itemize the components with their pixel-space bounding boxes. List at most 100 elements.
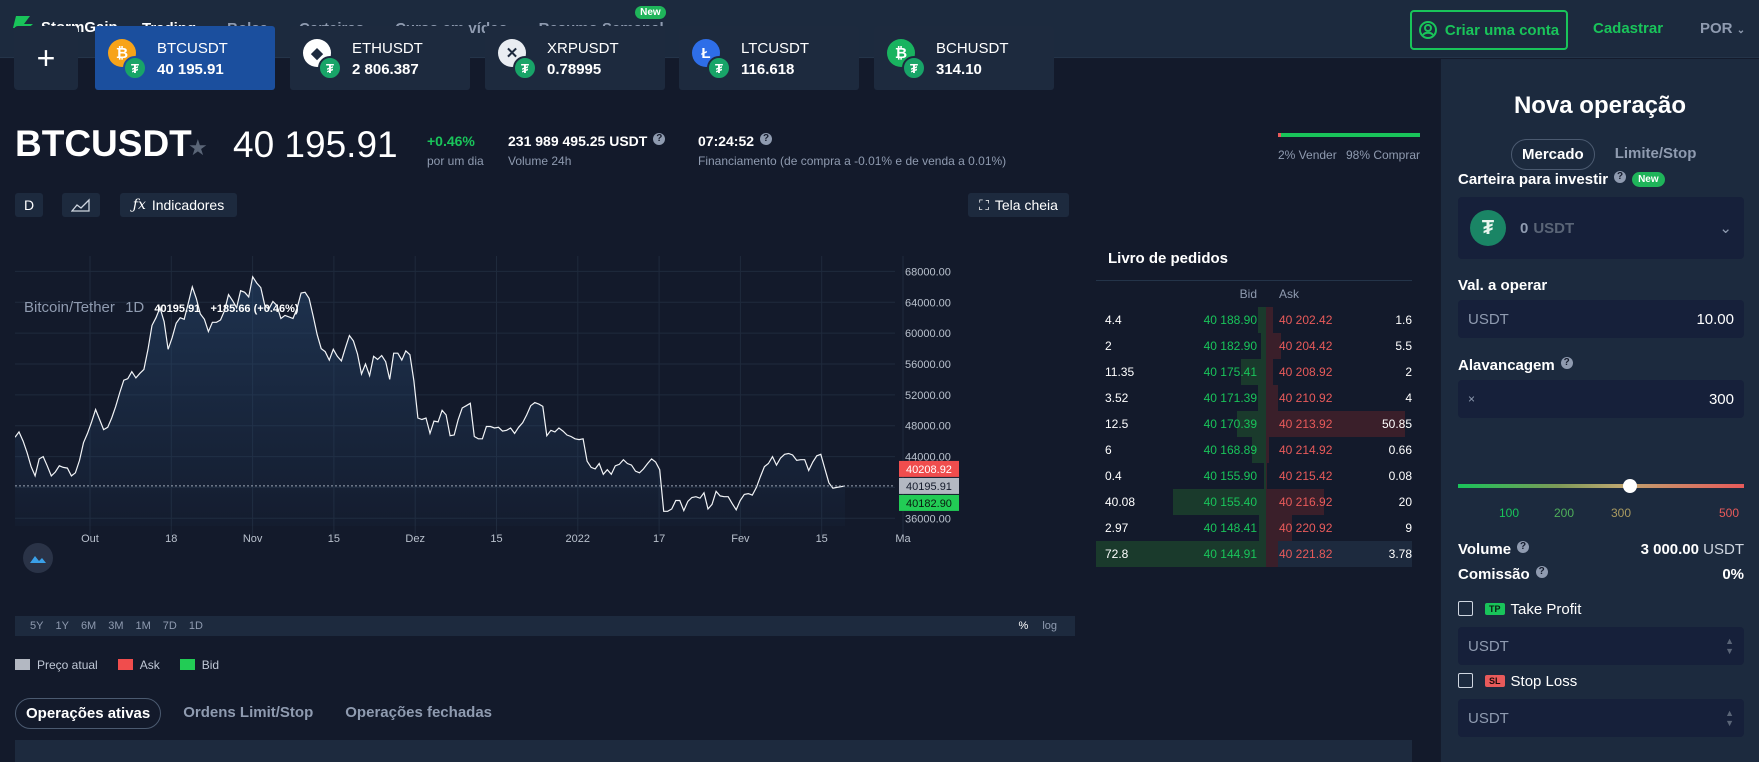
leverage-input[interactable]: × 300 bbox=[1458, 380, 1744, 418]
tp-tag: TP bbox=[1485, 603, 1505, 615]
order-panel: Nova operação Mercado Limite/Stop Cartei… bbox=[1441, 59, 1759, 762]
help-icon[interactable]: ? bbox=[1614, 171, 1627, 183]
ask-quantity: 0.08 bbox=[1388, 469, 1412, 483]
tab-market[interactable]: Mercado bbox=[1511, 139, 1595, 170]
bid-quantity: 2.97 bbox=[1105, 521, 1129, 535]
ask-price: 40 210.92 bbox=[1279, 391, 1333, 405]
favorite-star-icon[interactable]: ★ bbox=[188, 135, 208, 161]
range-1d[interactable]: 1D bbox=[189, 620, 203, 632]
fullscreen-button[interactable]: ⛶ Tela cheia bbox=[968, 193, 1069, 217]
leverage-slider-handle[interactable] bbox=[1622, 479, 1637, 493]
leverage-slider[interactable] bbox=[1458, 479, 1744, 493]
wallet-select[interactable]: ₮ 0 USDT ⌄ bbox=[1458, 197, 1744, 259]
ask-quantity: 1.6 bbox=[1395, 313, 1412, 327]
leverage-mark-100[interactable]: 100 bbox=[1499, 506, 1519, 520]
daily-change-value: +0.46% bbox=[427, 133, 475, 149]
stop-loss-input[interactable]: USDT ▲ ▼ bbox=[1458, 699, 1744, 737]
amount-label: Val. a operar bbox=[1458, 277, 1548, 294]
leverage-mark-300[interactable]: 300 bbox=[1611, 506, 1631, 520]
bid-price: 40 148.41 bbox=[1203, 521, 1257, 535]
interval-button[interactable]: D bbox=[15, 193, 43, 217]
y-tick-label: 60000.00 bbox=[905, 328, 951, 340]
percent-scale-toggle[interactable]: % bbox=[1019, 620, 1029, 632]
tab-limit-stop[interactable]: Limite/Stop bbox=[1605, 139, 1707, 170]
order-book-row: 2 40 182.90 40 204.42 5.5 bbox=[1096, 333, 1412, 359]
funding: 07:24:52? Financiamento (de compra a -0.… bbox=[698, 133, 1006, 168]
new-badge: New bbox=[1632, 172, 1665, 187]
ticker-card-eth[interactable]: ◆ ₮ ETHUSDT 2 806.387 bbox=[290, 26, 470, 90]
ask-price: 40 214.92 bbox=[1279, 443, 1333, 457]
ask-price: 40 202.42 bbox=[1279, 313, 1333, 327]
x-tick-label: 15 bbox=[328, 533, 340, 545]
indicators-button[interactable]: ƒx Indicadores bbox=[120, 193, 237, 217]
language-label: POR bbox=[1700, 20, 1733, 37]
ticker-symbol: BTCUSDT bbox=[157, 40, 228, 57]
ticker-card-bch[interactable]: ₿ ₮ BCHUSDT 314.10 bbox=[874, 26, 1054, 90]
commission-row: Comissão? 0% bbox=[1458, 566, 1744, 583]
take-profit-checkbox[interactable] bbox=[1458, 601, 1473, 616]
ask-price: 40 221.82 bbox=[1279, 547, 1333, 561]
x-tick-label: 17 bbox=[653, 533, 665, 545]
tab-active-positions[interactable]: Operações ativas bbox=[15, 698, 162, 729]
ticker-card-xrp[interactable]: ✕ ₮ XRPUSDT 0.78995 bbox=[485, 26, 665, 90]
leverage-mark-200[interactable]: 200 bbox=[1554, 506, 1574, 520]
add-instrument-button[interactable]: + bbox=[14, 26, 78, 90]
bid-quantity: 40.08 bbox=[1105, 495, 1136, 509]
help-icon[interactable]: ? bbox=[760, 133, 773, 145]
ticker-card-btc[interactable]: ₿ ₮ BTCUSDT 40 195.91 bbox=[95, 26, 275, 90]
ask-price: 40 220.92 bbox=[1279, 521, 1333, 535]
stop-loss-toggle[interactable]: SL Stop Loss bbox=[1458, 673, 1577, 690]
ask-price: 40 208.92 bbox=[1279, 365, 1333, 379]
create-account-label: Criar uma conta bbox=[1444, 21, 1560, 39]
leverage-label: Alavancagem? bbox=[1458, 357, 1573, 374]
stepper-icon[interactable]: ▲ ▼ bbox=[1725, 708, 1734, 728]
create-account-button[interactable]: Criar uma conta bbox=[1410, 10, 1568, 50]
bid-price: 40 188.90 bbox=[1203, 313, 1257, 327]
take-profit-toggle[interactable]: TP Take Profit bbox=[1458, 601, 1581, 618]
ticker-price: 0.78995 bbox=[547, 61, 602, 78]
bid-quantity: 0.4 bbox=[1105, 469, 1122, 483]
ask-quantity: 2 bbox=[1405, 365, 1412, 379]
sell-percent: 2% Vender bbox=[1278, 148, 1337, 162]
order-book-row: 72.8 40 144.91 40 221.82 3.78 bbox=[1096, 541, 1412, 567]
y-tick-label: 52000.00 bbox=[905, 390, 951, 402]
range-1y[interactable]: 1Y bbox=[55, 620, 68, 632]
range-3m[interactable]: 3M bbox=[108, 620, 123, 632]
stepper-icon[interactable]: ▲ ▼ bbox=[1725, 636, 1734, 656]
range-1m[interactable]: 1M bbox=[136, 620, 151, 632]
help-icon[interactable]: ? bbox=[1560, 357, 1573, 369]
tether-badge-icon: ₮ bbox=[707, 56, 731, 80]
tether-badge-icon: ₮ bbox=[902, 56, 926, 80]
help-icon[interactable]: ? bbox=[653, 133, 666, 145]
x-tick-label: Ma bbox=[895, 533, 911, 545]
range-5y[interactable]: 5Y bbox=[30, 620, 43, 632]
y-tick-label: 68000.00 bbox=[905, 266, 951, 278]
chart-logo-icon[interactable] bbox=[23, 543, 53, 573]
log-scale-toggle[interactable]: log bbox=[1042, 620, 1057, 632]
ticker-symbol: XRPUSDT bbox=[547, 40, 619, 57]
volume-24h: 231 989 495.25 USDT? Volume 24h bbox=[508, 133, 666, 168]
ticker-price: 2 806.387 bbox=[352, 61, 419, 78]
legend-current: Preço atual bbox=[15, 658, 98, 672]
leverage-mark-500[interactable]: 500 bbox=[1719, 506, 1739, 520]
range-6m[interactable]: 6M bbox=[81, 620, 96, 632]
help-icon[interactable]: ? bbox=[1535, 566, 1548, 578]
tab-closed-positions[interactable]: Operações fechadas bbox=[335, 698, 502, 729]
x-tick-label: Out bbox=[81, 533, 99, 545]
instrument-symbol: BTCUSDT bbox=[15, 123, 192, 164]
ticker-card-ltc[interactable]: Ł ₮ LTCUSDT 116.618 bbox=[679, 26, 859, 90]
order-book-header: Bid Ask bbox=[1096, 280, 1412, 307]
positions-tabs: Operações ativas Ordens Limit/Stop Opera… bbox=[15, 698, 502, 729]
price-chart[interactable]: 68000.00 64000.00 60000.00 56000.00 52000.00… bbox=[15, 236, 1075, 603]
register-link[interactable]: Cadastrar bbox=[1593, 20, 1663, 37]
stop-loss-checkbox[interactable] bbox=[1458, 673, 1473, 688]
tab-limit-orders[interactable]: Ordens Limit/Stop bbox=[173, 698, 323, 729]
language-selector[interactable]: POR ⌄ bbox=[1700, 20, 1745, 37]
help-icon[interactable]: ? bbox=[1517, 541, 1530, 553]
range-7d[interactable]: 7D bbox=[163, 620, 177, 632]
x-tick-label: 15 bbox=[816, 533, 828, 545]
amount-input[interactable]: USDT 10.00 bbox=[1458, 300, 1744, 338]
take-profit-input[interactable]: USDT ▲ ▼ bbox=[1458, 627, 1744, 665]
chart-type-button[interactable] bbox=[62, 193, 100, 217]
ticker-symbol: BCHUSDT bbox=[936, 40, 1009, 57]
